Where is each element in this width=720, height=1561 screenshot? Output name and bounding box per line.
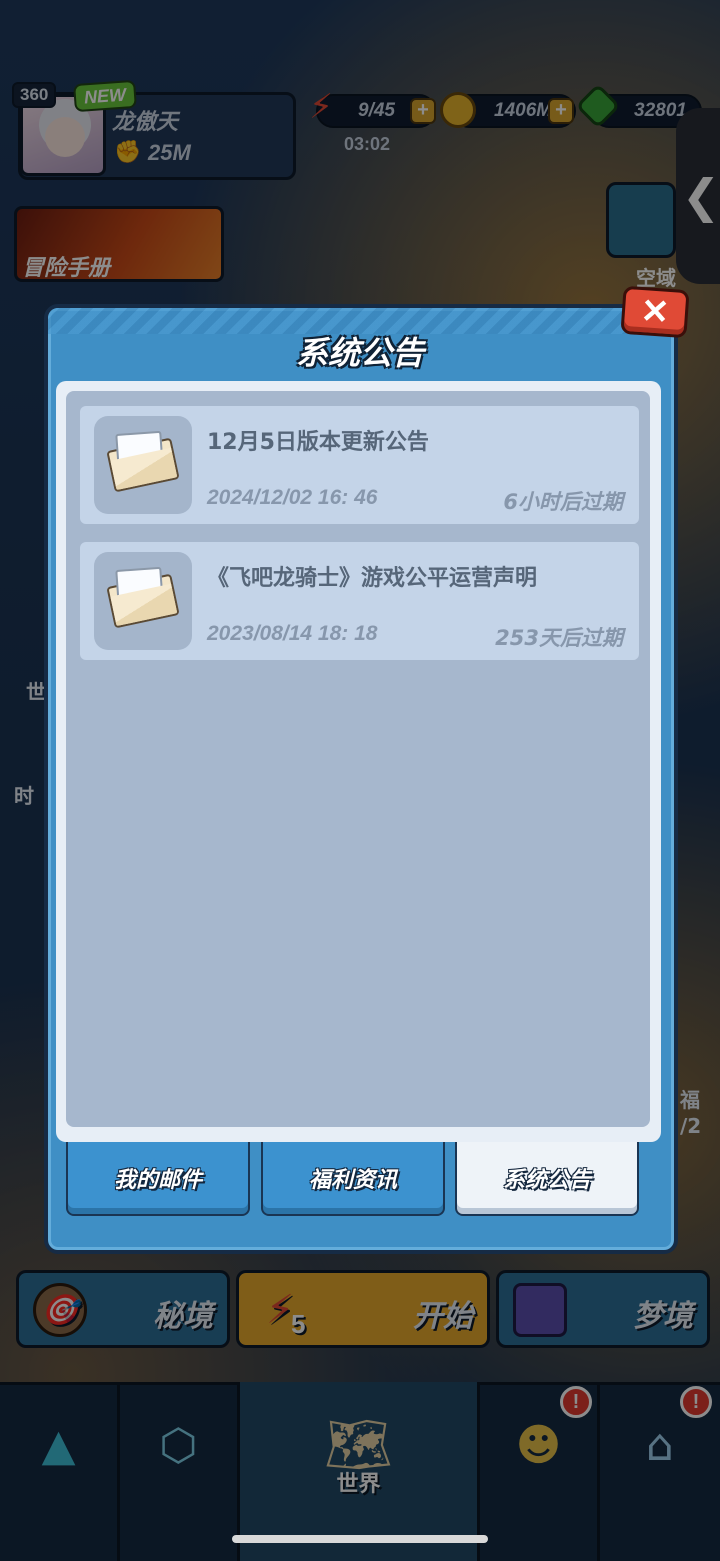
- notice-expiry: 6小时后过期: [503, 490, 623, 514]
- home-indicator[interactable]: [232, 1535, 488, 1543]
- envelope-icon: [106, 437, 180, 493]
- envelope-tile: [94, 416, 192, 514]
- notice-date: 2024/12/02 16: 46: [207, 486, 378, 509]
- notice-item[interactable]: 12月5日版本更新公告 2024/12/02 16: 46 6小时后过期: [80, 406, 639, 524]
- notice-title: 12月5日版本更新公告: [207, 430, 429, 455]
- envelope-icon: [106, 573, 180, 629]
- tab-welfare-news[interactable]: 福利资讯: [261, 1142, 445, 1216]
- modal-title: 系统公告: [295, 334, 424, 372]
- notice-item[interactable]: 《飞吧龙骑士》游戏公平运营声明 2023/08/14 18: 18 253天后过…: [80, 542, 639, 660]
- tab-my-mail[interactable]: 我的邮件: [66, 1142, 250, 1216]
- notice-date: 2023/08/14 18: 18: [207, 622, 378, 645]
- close-icon: ✕: [639, 292, 671, 332]
- envelope-tile: [94, 552, 192, 650]
- notice-expiry: 253天后过期: [495, 626, 623, 650]
- tab-system-notice[interactable]: 系统公告: [455, 1142, 639, 1216]
- notice-title: 《飞吧龙骑士》游戏公平运营声明: [207, 566, 538, 591]
- close-button[interactable]: ✕: [620, 285, 690, 339]
